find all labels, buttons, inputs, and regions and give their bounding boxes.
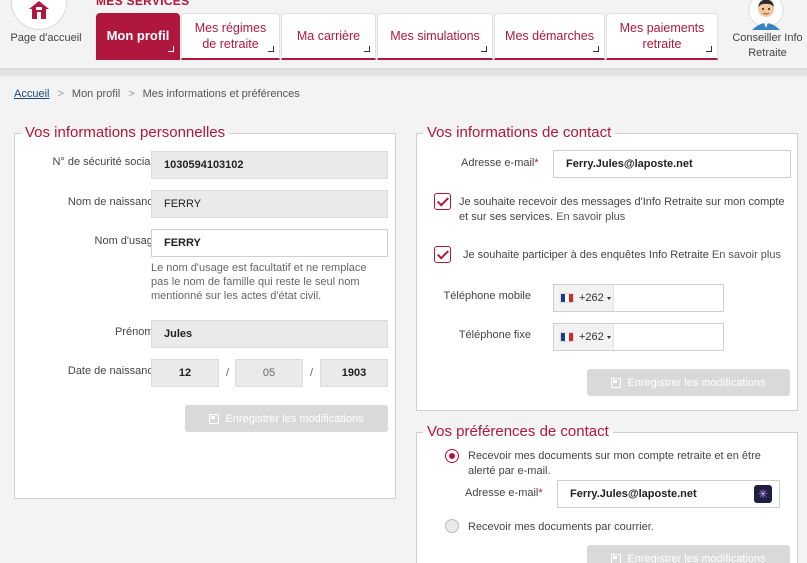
required-mark: * [534, 157, 539, 169]
save-icon [611, 377, 622, 388]
save-icon [209, 413, 220, 424]
prefs-mail-radio[interactable] [445, 519, 459, 533]
corner-arrow-icon [706, 46, 712, 52]
usage-name-label: Nom d'usage [94, 235, 159, 247]
contact-info-legend: Vos informations de contact [423, 124, 616, 142]
prefs-mail-option: Recevoir mes documents par courrier. [468, 521, 654, 533]
mobile-phone-label: Téléphone mobile [443, 290, 531, 302]
france-flag-icon [560, 293, 574, 303]
personal-info-legend: Vos informations personnelles [21, 124, 230, 142]
tab-label: Mes régimes de retraite [194, 21, 267, 51]
ssn-label: N° de sécurité sociale [52, 156, 159, 168]
birth-date-label: Date de naissance [67, 365, 159, 377]
consent-surveys-label: Je souhaite participer à des enquêtes In… [463, 249, 709, 261]
chevron-right-icon: > [57, 88, 64, 100]
site-header: Page d'accueil MES SERVICES Mon profil M… [0, 0, 807, 70]
consent-messages-checkbox[interactable] [434, 193, 451, 210]
prefs-email-radio[interactable] [445, 449, 459, 463]
tab-label: Mes démarches [505, 29, 594, 43]
fixed-prefix: +262 [579, 331, 604, 343]
tab-mes-regimes[interactable]: Mes régimes de retraite [181, 13, 280, 60]
advisor-avatar-icon [748, 0, 784, 30]
first-name-field: Jules [151, 320, 388, 348]
tab-mes-paiements[interactable]: Mes paiements retraite [606, 13, 718, 60]
prefs-email-option: Recevoir mes documents sur mon compte re… [468, 450, 761, 477]
main-nav: Mon profil Mes régimes de retraite Ma ca… [96, 13, 719, 60]
france-flag-icon [560, 332, 574, 342]
birth-day-field: 12 [151, 359, 219, 387]
birth-name-label: Nom de naissance [67, 196, 159, 208]
contact-info-panel: Vos informations de contact Adresse e-ma… [416, 124, 798, 411]
advisor-link[interactable]: Conseiller Info Retraite [728, 0, 807, 66]
fixed-phone-input[interactable]: +262 [553, 323, 724, 351]
usage-name-help: Le nom d'usage est facultatif et ne remp… [151, 262, 367, 302]
mobile-prefix: +262 [579, 292, 604, 304]
tab-mes-simulations[interactable]: Mes simulations [377, 13, 493, 60]
tab-label: Mon profil [106, 28, 170, 43]
date-separator: / [310, 367, 314, 379]
tab-label: Mes paiements retraite [619, 21, 705, 51]
prefs-email-label-text: Adresse e-mail [465, 487, 539, 499]
home-link[interactable]: Page d'accueil [0, 0, 92, 66]
personal-info-panel: Vos informations personnelles N° de sécu… [14, 124, 396, 499]
password-manager-icon[interactable]: ✳ [754, 485, 772, 503]
fixed-country-select[interactable]: +262 [554, 324, 614, 350]
chevron-right-icon: > [128, 88, 135, 100]
mobile-phone-input[interactable]: +262 [553, 284, 724, 312]
birth-year-field: 1903 [320, 359, 388, 387]
contact-preferences-legend: Vos préférences de contact [423, 423, 613, 441]
date-separator: / [226, 367, 230, 379]
tab-ma-carriere[interactable]: Ma carrière [281, 13, 376, 60]
personal-save-button[interactable]: Enregistrer les modifications [185, 405, 388, 432]
consent-surveys-checkbox[interactable] [434, 246, 451, 263]
tab-mes-demarches[interactable]: Mes démarches [494, 13, 605, 60]
tab-mon-profil[interactable]: Mon profil [96, 13, 180, 60]
home-icon [29, 1, 49, 19]
save-button-label: Enregistrer les modifications [627, 552, 766, 563]
breadcrumb-home-link[interactable]: Accueil [14, 88, 49, 100]
consent-surveys-text: Je souhaite participer à des enquêtes In… [463, 248, 793, 263]
learn-more-link[interactable]: En savoir plus [556, 211, 625, 223]
corner-arrow-icon [168, 46, 174, 52]
consent-messages-text: Je souhaite recevoir des messages d'Info… [459, 195, 789, 225]
prefs-email-input[interactable]: Ferry.Jules@laposte.net [557, 480, 780, 508]
tab-label: Ma carrière [296, 29, 361, 43]
corner-arrow-icon [268, 46, 274, 52]
prefs-email-label: Adresse e-mail* [465, 487, 543, 499]
caret-down-icon [606, 296, 611, 300]
birth-name-field: FERRY [151, 190, 388, 218]
mobile-country-select[interactable]: +262 [554, 285, 614, 311]
usage-name-input[interactable]: FERRY [151, 229, 388, 257]
ssn-field: 1030594103102 [151, 151, 388, 179]
tab-label: Mes simulations [390, 29, 480, 43]
breadcrumb-profile[interactable]: Mon profil [72, 88, 120, 100]
header-divider [0, 68, 807, 76]
services-title: MES SERVICES [96, 0, 190, 8]
advisor-label: Conseiller Info Retraite [732, 32, 803, 59]
fixed-phone-label: Téléphone fixe [458, 329, 531, 341]
contact-save-button[interactable]: Enregistrer les modifications [587, 369, 790, 396]
save-button-label: Enregistrer les modifications [225, 412, 364, 425]
breadcrumb-current: Mes informations et préférences [142, 88, 300, 100]
caret-down-icon [606, 335, 611, 339]
corner-arrow-icon [364, 46, 370, 52]
home-label: Page d'accueil [10, 32, 82, 44]
required-mark: * [538, 487, 543, 499]
save-icon [611, 553, 622, 563]
breadcrumb: Accueil > Mon profil > Mes informations … [14, 88, 300, 100]
contact-email-label-text: Adresse e-mail [461, 157, 535, 169]
learn-more-link[interactable]: En savoir plus [712, 249, 781, 261]
contact-preferences-panel: Vos préférences de contact Recevoir mes … [416, 423, 798, 563]
contact-email-label: Adresse e-mail* [461, 157, 539, 169]
save-button-label: Enregistrer les modifications [627, 376, 766, 389]
contact-email-input[interactable]: Ferry.Jules@laposte.net [553, 150, 791, 178]
birth-month-field: 05 [235, 359, 303, 387]
prefs-save-button[interactable]: Enregistrer les modifications [587, 545, 790, 563]
corner-arrow-icon [481, 46, 487, 52]
corner-arrow-icon [593, 46, 599, 52]
